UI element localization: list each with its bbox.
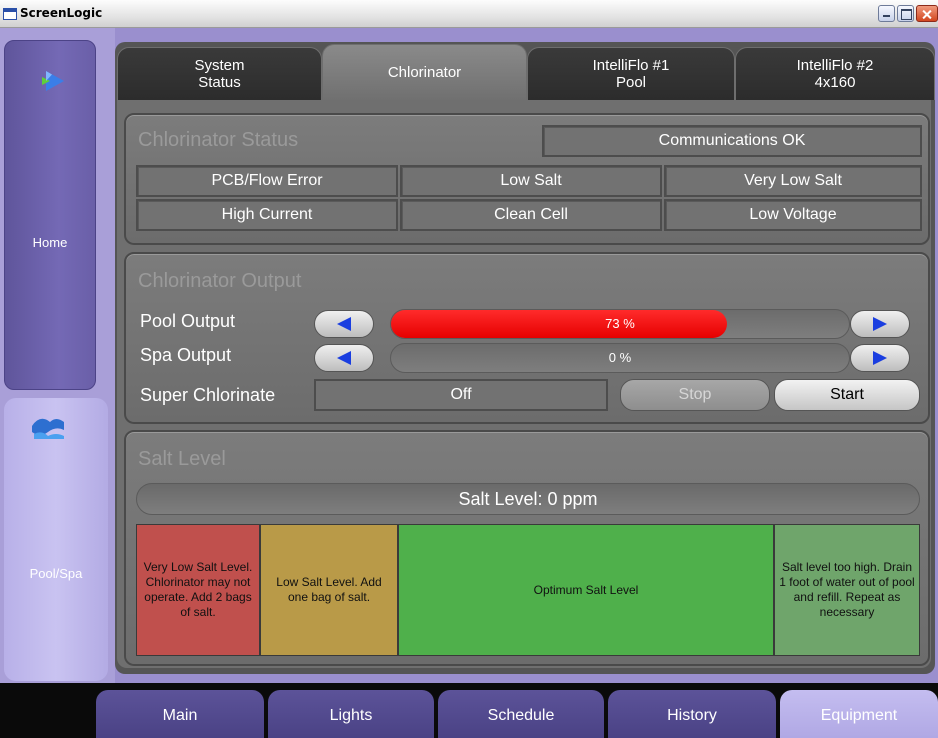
arrow-right-icon	[873, 351, 887, 365]
bottom-tab-main[interactable]: Main	[96, 690, 264, 738]
app-window-icon	[3, 8, 17, 20]
flag-low-salt: Low Salt	[400, 165, 662, 197]
salt-zone-low: Low Salt Level. Add one bag of salt.	[260, 524, 398, 656]
tab-label: IntelliFlo #2	[796, 57, 874, 74]
left-nav: Home Pool/Spa	[0, 28, 115, 683]
salt-zone-very-low: Very Low Salt Level. Chlorinator may not…	[136, 524, 260, 656]
nav-pool-spa-button[interactable]: Pool/Spa	[4, 398, 108, 681]
arrow-right-icon	[873, 317, 887, 331]
pool-output-value: 73 %	[605, 316, 635, 331]
chlorinator-output-section: Chlorinator Output Pool Output 73 % Spa …	[124, 252, 930, 424]
pool-output-increase-button[interactable]	[850, 310, 910, 338]
tab-label: Chlorinator	[387, 64, 462, 81]
nav-home-label: Home	[32, 235, 68, 250]
window-title: ScreenLogic	[20, 6, 103, 20]
flag-clean-cell: Clean Cell	[400, 199, 662, 231]
tab-intelliflo-1[interactable]: IntelliFlo #1 Pool	[527, 47, 735, 100]
salt-range-scale: Very Low Salt Level. Chlorinator may not…	[136, 524, 920, 656]
bottom-tab-equipment[interactable]: Equipment	[780, 690, 938, 738]
tab-label: 4x160	[814, 74, 856, 91]
salt-level-section: Salt Level Salt Level: 0 ppm Very Low Sa…	[124, 430, 930, 666]
tab-label: Pool	[615, 74, 647, 91]
spa-output-label: Spa Output	[140, 345, 232, 365]
tab-label: Status	[198, 74, 241, 91]
flag-high-current: High Current	[136, 199, 398, 231]
maximize-button[interactable]	[897, 5, 914, 22]
super-chlorinate-start-button[interactable]: Start	[774, 379, 920, 411]
tab-intelliflo-2[interactable]: IntelliFlo #2 4x160	[735, 47, 935, 100]
super-chlorinate-stop-button[interactable]: Stop	[620, 379, 770, 411]
pool-output-bar[interactable]: 73 %	[390, 309, 850, 339]
super-chlorinate-label: Super Chlorinate	[140, 385, 276, 405]
minimize-button[interactable]	[878, 5, 895, 22]
nav-home-button[interactable]: Home	[4, 40, 96, 390]
tab-label: System	[194, 57, 245, 74]
pool-output-decrease-button[interactable]	[314, 310, 374, 338]
spa-output-increase-button[interactable]	[850, 344, 910, 372]
tab-system-status[interactable]: System Status	[117, 47, 322, 100]
chlorinator-status-section: Chlorinator Status Communications OK PCB…	[124, 113, 930, 245]
spa-output-value: 0 %	[608, 350, 632, 365]
salt-level-readout: Salt Level: 0 ppm	[136, 483, 920, 515]
bottom-tab-history[interactable]: History	[608, 690, 776, 738]
title-bar: ScreenLogic	[0, 0, 938, 28]
pool-wave-icon	[32, 418, 64, 439]
close-button[interactable]	[916, 5, 938, 22]
section-title: Salt Level	[138, 448, 226, 470]
flag-very-low-salt: Very Low Salt	[664, 165, 922, 197]
arrow-left-icon	[337, 351, 351, 365]
home-icon	[42, 71, 64, 91]
spa-output-decrease-button[interactable]	[314, 344, 374, 372]
pool-output-label: Pool Output	[140, 311, 236, 331]
arrow-left-icon	[337, 317, 351, 331]
nav-pool-spa-label: Pool/Spa	[29, 566, 83, 581]
tab-label: IntelliFlo #1	[592, 57, 670, 74]
spa-output-bar[interactable]: 0 %	[390, 343, 850, 373]
bottom-tab-lights[interactable]: Lights	[268, 690, 434, 738]
flag-low-voltage: Low Voltage	[664, 199, 922, 231]
salt-zone-high: Salt level too high. Drain 1 foot of wat…	[774, 524, 920, 656]
section-title: Chlorinator Output	[138, 270, 302, 292]
communications-status: Communications OK	[542, 125, 922, 157]
salt-zone-optimum: Optimum Salt Level	[398, 524, 774, 656]
tab-chlorinator[interactable]: Chlorinator	[322, 44, 527, 100]
flag-pcb-flow-error: PCB/Flow Error	[136, 165, 398, 197]
section-title: Chlorinator Status	[138, 129, 299, 151]
bottom-tab-schedule[interactable]: Schedule	[438, 690, 604, 738]
super-chlorinate-status: Off	[314, 379, 608, 411]
